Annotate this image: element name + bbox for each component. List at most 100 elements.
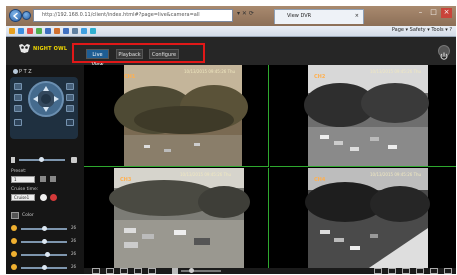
preset-set-icon[interactable] (50, 176, 56, 182)
focus-far-button[interactable] (66, 83, 74, 90)
brightness-slider[interactable]: 26 (11, 225, 81, 233)
record-icon[interactable] (388, 268, 396, 274)
single-view-icon[interactable] (92, 268, 100, 274)
close-button[interactable]: × (441, 8, 452, 18)
iris-open-button[interactable] (66, 94, 74, 101)
favorite-link-icon[interactable] (27, 28, 33, 34)
cruise-stop-icon[interactable] (50, 194, 57, 201)
camera-view-ch3[interactable]: CH3 10/13/2015 09:45:26 Thu (84, 168, 269, 274)
favorite-link-icon[interactable] (63, 28, 69, 34)
volume-slider[interactable] (181, 268, 221, 273)
talk-icon[interactable] (416, 268, 424, 274)
camera-view-ch2[interactable]: CH2 10/13/2015 09:45:26 Thu (270, 65, 456, 167)
camera-feed-image (270, 168, 456, 274)
speed-track[interactable] (19, 157, 65, 162)
slider-knob[interactable] (42, 265, 47, 270)
preset-select[interactable]: 1 (11, 176, 35, 183)
preset-goto-icon[interactable] (40, 176, 46, 182)
slider-knob[interactable] (45, 252, 50, 257)
slider-track[interactable] (21, 265, 67, 270)
logout-power-button[interactable] (438, 45, 450, 60)
favorites-star-icon[interactable] (9, 28, 15, 34)
owl-logo-icon (19, 44, 30, 53)
favorite-link-icon[interactable] (18, 28, 24, 34)
address-bar-icons[interactable]: ▾ ✕ ⟳ (237, 10, 254, 17)
direction-arrows-icon (33, 86, 59, 112)
quad-view-icon[interactable] (106, 268, 114, 274)
cruise-select[interactable]: Cruise1 (11, 194, 35, 201)
logo: NIGHT OWL (19, 44, 67, 53)
ptz-label: P T Z (19, 69, 32, 75)
back-button[interactable] (9, 9, 22, 22)
snapshot-icon[interactable] (374, 268, 382, 274)
browser-toolbar: Page ▾ Safety ▾ Tools ▾ ? (6, 26, 456, 37)
camera-label: CH1 (124, 74, 136, 80)
favorite-link-icon[interactable] (45, 28, 51, 34)
brightness-icon (11, 225, 17, 231)
maximize-button[interactable]: □ (428, 8, 439, 18)
slider-track[interactable] (21, 239, 67, 244)
stop-all-icon[interactable] (402, 268, 410, 274)
zoom-in-button[interactable] (14, 83, 22, 90)
ptz-minus-button[interactable] (14, 119, 22, 126)
contrast-value: 26 (71, 238, 77, 243)
speed-knob[interactable] (39, 157, 44, 162)
exit-icon[interactable] (444, 268, 452, 274)
tab-live-view[interactable]: Live View (86, 49, 109, 68)
browser-menu[interactable]: Page ▾ Safety ▾ Tools ▾ ? (392, 27, 452, 33)
volume-icon[interactable] (172, 268, 178, 274)
camera-grid: CH1 10/13/2015 09:45:26 Thu CH2 10/13/20… (84, 65, 456, 274)
favorite-link-icon[interactable] (54, 28, 60, 34)
contrast-slider[interactable]: 26 (11, 238, 81, 246)
browser-titlebar: http://192.168.0.11/client/index.html#?p… (6, 6, 456, 26)
tab-close-icon[interactable]: × (355, 10, 359, 23)
minimize-button[interactable]: – (415, 8, 426, 18)
saturation-slider[interactable]: 26 (11, 251, 81, 259)
nine-view-icon[interactable] (120, 268, 128, 274)
slider-track[interactable] (21, 252, 67, 257)
favorite-link-icon[interactable] (36, 28, 42, 34)
browser-tab[interactable]: View DVR × (274, 9, 364, 24)
favorite-link-icon[interactable] (90, 28, 96, 34)
forward-button[interactable] (22, 11, 31, 20)
favorite-link-icon[interactable] (81, 28, 87, 34)
camera-label: CH2 (314, 74, 326, 80)
brightness-value: 26 (71, 225, 77, 230)
tab-playback[interactable]: Playback (116, 49, 143, 59)
power-icon (440, 52, 448, 60)
logo-text: NIGHT OWL (33, 45, 68, 52)
camera-label: CH3 (120, 177, 132, 183)
slider-knob[interactable] (42, 239, 47, 244)
address-bar[interactable]: http://192.168.0.11/client/index.html#?p… (33, 9, 233, 22)
camera-feed-image (270, 65, 456, 166)
ptz-control-pad (10, 77, 78, 139)
hue-value: 26 (71, 264, 77, 269)
zoom-out-button[interactable] (14, 94, 22, 101)
sixteen-view-icon[interactable] (134, 268, 142, 274)
ptz-plus-button[interactable] (66, 119, 74, 126)
favorite-link-icon[interactable] (72, 28, 78, 34)
settings-icon[interactable] (430, 268, 438, 274)
bottom-control-bar (84, 268, 456, 274)
slider-track[interactable] (21, 226, 67, 231)
camera-timestamp: 10/13/2015 09:45:26 Thu (184, 69, 236, 74)
iris-close-button[interactable] (66, 105, 74, 112)
ptz-joystick[interactable] (28, 81, 64, 117)
fullscreen-icon[interactable] (148, 268, 156, 274)
volume-knob[interactable] (189, 268, 194, 273)
hue-slider[interactable]: 26 (11, 264, 81, 272)
camera-timestamp: 10/13/2015 09:45:26 Thu (180, 172, 232, 177)
back-arrow-icon (12, 12, 18, 20)
camera-view-ch4[interactable]: CH4 10/13/2015 09:45:26 Thu (270, 168, 456, 274)
mode-tabs: Live View Playback Configure (72, 43, 205, 68)
color-label: Color (22, 213, 34, 218)
slider-knob[interactable] (42, 226, 47, 231)
cruise-start-icon[interactable] (40, 194, 47, 201)
control-sidebar: P T Z Preset: 1 Cruise time: Cruise1 Col… (6, 65, 84, 274)
focus-near-button[interactable] (14, 105, 22, 112)
hue-icon (11, 264, 17, 270)
tab-configure[interactable]: Configure (149, 49, 179, 59)
camera-view-ch1[interactable]: CH1 10/13/2015 09:45:26 Thu (84, 65, 269, 167)
ptz-icon (13, 69, 18, 74)
ptz-speed-slider[interactable] (11, 157, 79, 163)
